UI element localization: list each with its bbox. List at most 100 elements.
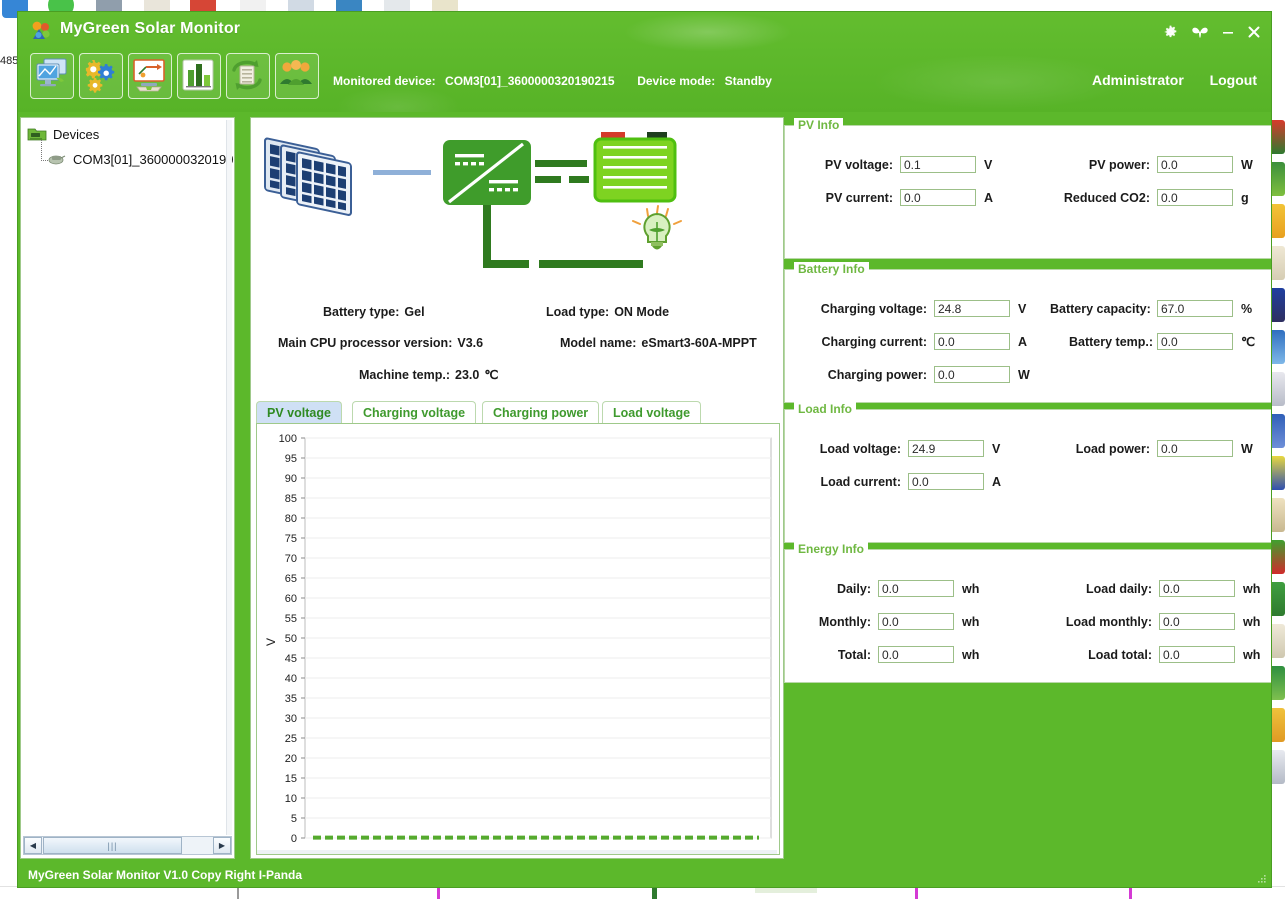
chart-y-tick-label: 20 [285,753,297,765]
butterfly-icon[interactable] [1189,21,1211,43]
chart-y-tick-label: 15 [285,773,297,785]
butterfly-icon-glyph [1192,27,1208,38]
monthly-input[interactable] [878,613,954,630]
chart-y-tick-label: 45 [285,653,297,665]
tree-node-device-com3[interactable]: COM3[01]_36000003201902 [47,151,234,167]
field-charging-power: Charging power: W [819,366,1030,383]
pv-current-label: PV current: [825,190,893,205]
tab-charging-power[interactable]: Charging power [482,401,600,424]
charging-voltage-label: Charging voltage: [820,301,927,316]
close-icon[interactable] [1243,21,1265,43]
pv-power-label: PV power: [1088,157,1150,172]
monthly-unit: wh [962,614,980,629]
toolbar-button-users[interactable] [275,53,319,99]
monitor-screen-icon [36,58,67,87]
battery-temp-input[interactable] [1157,333,1233,350]
taskbar-tick [915,887,918,899]
monitored-device-info: Monitored device: COM3[01]_3600000320190… [333,74,772,88]
toolbar-button-parameters[interactable] [79,53,123,99]
load-current-input[interactable] [908,473,984,490]
pv-voltage-input[interactable] [900,156,976,173]
cpu-version-label: Main CPU processor version: [278,336,453,350]
bar-chart-icon [182,59,214,91]
pv-power-input[interactable] [1157,156,1233,173]
pv-power-unit: W [1241,157,1253,172]
machine-temp-info: Machine temp.: 23.0 ℃ [359,367,498,382]
logout-button[interactable]: Logout [1210,72,1257,88]
tab-pv-voltage[interactable]: PV voltage [256,401,342,424]
chart-y-tick-label: 60 [285,593,297,605]
reduced-co2-input[interactable] [1157,189,1233,206]
total-input[interactable] [878,646,954,663]
load-type-value: ON Mode [614,305,670,319]
scrollbar-thumb[interactable]: ||| [43,837,182,854]
charging-voltage-input[interactable] [934,300,1010,317]
minimize-icon-glyph [1223,32,1233,34]
field-load-current: Load current: A [819,473,1001,490]
daily-input[interactable] [878,580,954,597]
pv-current-input[interactable] [900,189,976,206]
scroll-left-arrow-icon[interactable]: ◀ [24,837,42,854]
toolbar-button-statistics[interactable] [177,53,221,99]
charging-current-input[interactable] [934,333,1010,350]
load-monthly-input[interactable] [1159,613,1235,630]
field-charging-voltage: Charging voltage: V [819,300,1026,317]
field-daily: Daily: wh [831,580,979,597]
charging-current-unit: A [1018,334,1028,349]
monthly-label: Monthly: [818,614,871,629]
field-load-power: Load power: W [1075,440,1253,457]
pv-voltage-chart[interactable]: 0 5 10 15 20 25 30 35 40 45 50 55 60 65 70 75 80 85 90 95 10… [256,423,780,855]
content-area: Devices COM3[01]_36000003201902 ◀ ||| ▶ [18,112,1271,864]
tab-charging-voltage[interactable]: Charging voltage [352,401,477,424]
model-name-label: Model name: [560,336,637,350]
load-power-input[interactable] [1157,440,1233,457]
total-label: Total: [837,647,871,662]
load-total-input[interactable] [1159,646,1235,663]
account-name[interactable]: Administrator [1092,72,1184,88]
tree-horizontal-scrollbar[interactable]: ◀ ||| ▶ [23,836,232,855]
gear-icon[interactable] [1159,21,1181,43]
taskbar-tick [237,887,239,899]
charging-current-label: Charging current: [821,334,927,349]
toolbar-button-control[interactable] [128,53,172,99]
load-voltage-input[interactable] [908,440,984,457]
chart-y-tick-label: 50 [285,633,297,645]
tab-charging-power-label: Charging power [493,406,589,420]
chart-y-tick-label: 5 [291,813,297,825]
resize-grip-icon[interactable] [1257,874,1267,884]
scroll-right-arrow-icon[interactable]: ▶ [213,837,231,854]
field-load-daily: Load daily: wh [1080,580,1260,597]
chart-y-tick-label: 75 [285,533,297,545]
tab-load-voltage-label: Load voltage [613,406,691,420]
model-name-value: eSmart3-60A-MPPT [641,336,757,350]
chart-y-axis-label: V [264,638,278,646]
field-battery-capacity: Battery capacity: % [1050,300,1252,317]
tab-charging-voltage-label: Charging voltage [363,406,466,420]
reduced-co2-label: Reduced CO2: [1063,190,1150,205]
chart-horizontal-scrollbar[interactable] [257,850,777,854]
toolbar-button-monitor[interactable] [30,53,74,99]
charging-power-unit: W [1018,367,1030,382]
load-info-panel: Load Info Load voltage: V Load power: W … [784,402,1271,543]
charging-power-label: Charging power: [827,367,927,382]
tree-vertical-scrollbar[interactable] [226,120,232,835]
battery-cable-top [535,160,587,167]
battery-capacity-input[interactable] [1157,300,1233,317]
control-panel-icon [133,59,165,92]
tab-load-voltage[interactable]: Load voltage [602,401,702,424]
gear-icon-glyph [1164,25,1176,37]
chart-y-tick-label: 90 [285,473,297,485]
minimize-icon[interactable] [1217,21,1239,43]
chart-y-tick-label: 85 [285,493,297,505]
taskbar-tick [1129,887,1132,899]
chart-y-tick-label: 80 [285,513,297,525]
load-monthly-label: Load monthly: [1065,614,1152,629]
load-daily-input[interactable] [1159,580,1235,597]
tree-node-devices[interactable]: Devices [27,126,99,142]
toolbar-button-data-sync[interactable] [226,53,270,99]
charging-power-input[interactable] [934,366,1010,383]
charge-controller-icon [443,140,531,205]
device-mode-label: Device mode: [637,74,716,88]
machine-temp-label: Machine temp.: [359,368,450,382]
chart-canvas: 0 5 10 15 20 25 30 35 40 45 50 55 60 65 70 75 80 85 90 95 10… [257,424,777,852]
